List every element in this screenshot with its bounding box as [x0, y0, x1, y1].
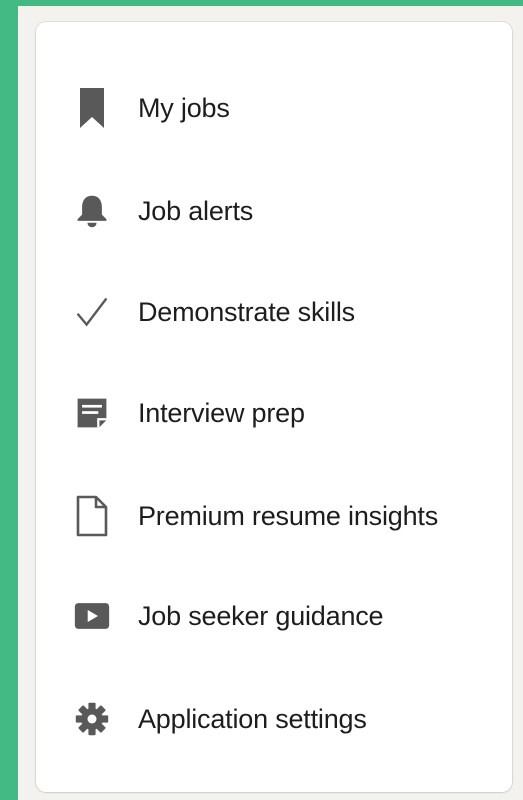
menu-item-label: Application settings [138, 703, 367, 734]
gear-icon [74, 701, 110, 737]
menu-item-job-alerts[interactable]: Job alerts [36, 176, 512, 246]
bell-icon [74, 193, 110, 229]
menu-item-label: Demonstrate skills [138, 296, 355, 327]
menu-item-label: My jobs [138, 92, 230, 123]
menu-item-demonstrate-skills[interactable]: Demonstrate skills [36, 277, 512, 347]
menu-item-application-settings[interactable]: Application settings [36, 684, 512, 754]
notepad-icon [74, 395, 110, 431]
menu-item-interview-prep[interactable]: Interview prep [36, 378, 512, 448]
bookmark-icon [74, 88, 110, 128]
menu-item-label: Job alerts [138, 195, 254, 226]
checkmark-icon [74, 294, 110, 330]
menu-item-premium-resume-insights[interactable]: Premium resume insights [36, 481, 512, 551]
menu-item-label: Premium resume insights [138, 500, 438, 531]
document-icon [74, 495, 110, 537]
menu-item-my-jobs[interactable]: My jobs [36, 73, 512, 143]
menu-item-job-seeker-guidance[interactable]: Job seeker guidance [36, 581, 512, 651]
video-play-icon [74, 598, 110, 634]
menu-item-label: Job seeker guidance [138, 600, 384, 631]
menu-item-label: Interview prep [138, 397, 305, 428]
